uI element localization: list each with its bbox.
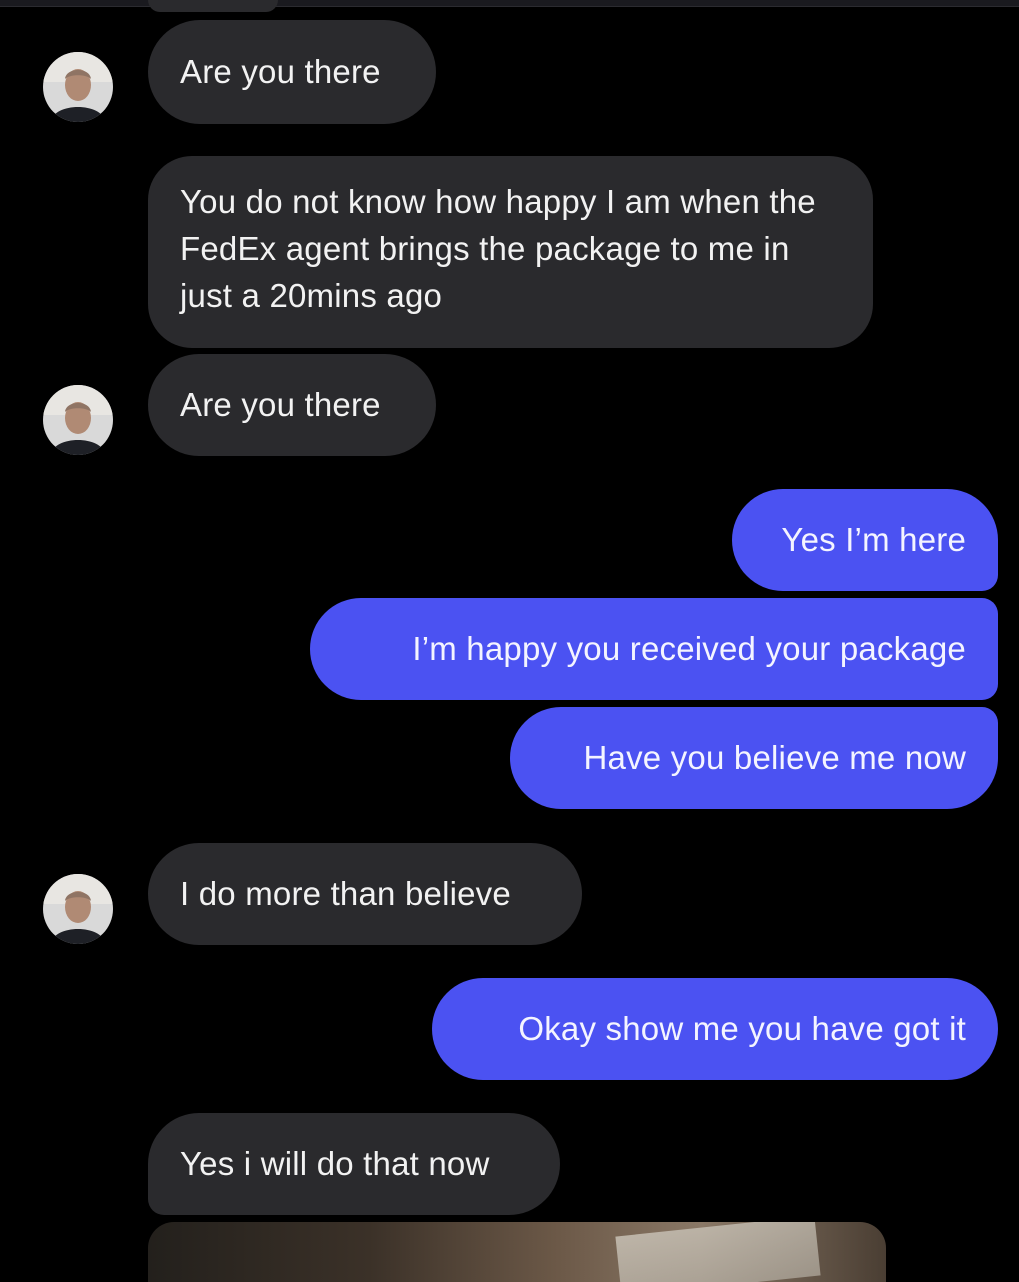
outgoing-message[interactable]: Have you believe me now — [510, 707, 998, 809]
message-text: I do more than believe — [180, 875, 511, 912]
photo-content — [615, 1222, 821, 1282]
message-text: Are you there — [180, 386, 381, 423]
contact-photo-avatar-icon — [43, 52, 113, 122]
incoming-message[interactable]: Are you there — [148, 354, 436, 456]
message-text: I’m happy you received your package — [412, 630, 966, 667]
contact-avatar[interactable] — [43, 874, 113, 944]
incoming-message[interactable]: Yes i will do that now — [148, 1113, 560, 1215]
contact-avatar[interactable] — [43, 385, 113, 455]
incoming-message[interactable]: You do not know how happy I am when the … — [148, 156, 873, 348]
outgoing-message[interactable]: Okay show me you have got it — [432, 978, 998, 1080]
message-text: Are you there — [180, 53, 381, 90]
contact-photo-avatar-icon — [43, 874, 113, 944]
outgoing-message[interactable]: I’m happy you received your package — [310, 598, 998, 700]
message-text: Yes i will do that now — [180, 1145, 490, 1182]
message-text: Yes I’m here — [781, 521, 966, 558]
incoming-message[interactable]: I do more than believe — [148, 843, 582, 945]
incoming-message[interactable]: Are you there — [148, 20, 436, 124]
outgoing-message[interactable]: Yes I’m here — [732, 489, 998, 591]
message-text: Okay show me you have got it — [518, 1010, 966, 1047]
previous-message-bubble-edge — [148, 0, 278, 12]
contact-avatar[interactable] — [43, 52, 113, 122]
message-text: Have you believe me now — [583, 739, 966, 776]
message-text: You do not know how happy I am when the … — [180, 183, 816, 314]
photo-attachment-preview[interactable] — [148, 1222, 886, 1282]
contact-photo-avatar-icon — [43, 385, 113, 455]
